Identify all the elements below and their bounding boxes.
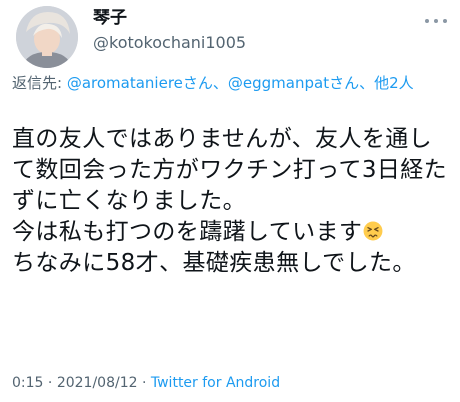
more-dot bbox=[443, 19, 447, 23]
reply-to-line: 返信先: @aromataniereさん、@eggmanpatさん、他2人 bbox=[12, 72, 452, 94]
meta-separator: · bbox=[137, 375, 151, 391]
mention-suffix: さん、 bbox=[182, 74, 228, 92]
tweet-source-link[interactable]: Twitter for Android bbox=[151, 375, 280, 391]
mention-others[interactable]: 他2人 bbox=[374, 74, 414, 92]
mention-eggmanpat[interactable]: @eggmanpat bbox=[228, 74, 329, 92]
mention-suffix: さん、 bbox=[329, 74, 375, 92]
persevering-face-emoji-icon bbox=[363, 221, 383, 241]
mention-aromataniere[interactable]: @aromataniere bbox=[67, 74, 183, 92]
tweet-date[interactable]: 2021/08/12 bbox=[57, 375, 138, 391]
more-dot bbox=[425, 19, 429, 23]
user-handle[interactable]: @kotokochani1005 bbox=[93, 33, 246, 53]
tweet-text-after-emoji: ちなみに58才、基礎疾患無しでした。 bbox=[12, 250, 416, 276]
reply-to-prefix: 返信先: bbox=[12, 74, 67, 92]
more-options-icon[interactable] bbox=[425, 14, 447, 28]
avatar[interactable] bbox=[16, 6, 78, 68]
tweet: 琴子 @kotokochani1005 返信先: @aromataniereさん… bbox=[0, 0, 460, 402]
display-name[interactable]: 琴子 bbox=[93, 8, 127, 28]
tweet-text: 直の友人ではありませんが、友人を通して数回会った方がワクチン打って3日経たずに亡… bbox=[12, 124, 452, 279]
tweet-time[interactable]: 0:15 bbox=[12, 375, 43, 391]
tweet-meta: 0:15 · 2021/08/12 · Twitter for Android bbox=[12, 373, 280, 393]
more-dot bbox=[434, 19, 438, 23]
user-avatar-photo-icon bbox=[16, 6, 78, 68]
meta-separator: · bbox=[43, 375, 57, 391]
